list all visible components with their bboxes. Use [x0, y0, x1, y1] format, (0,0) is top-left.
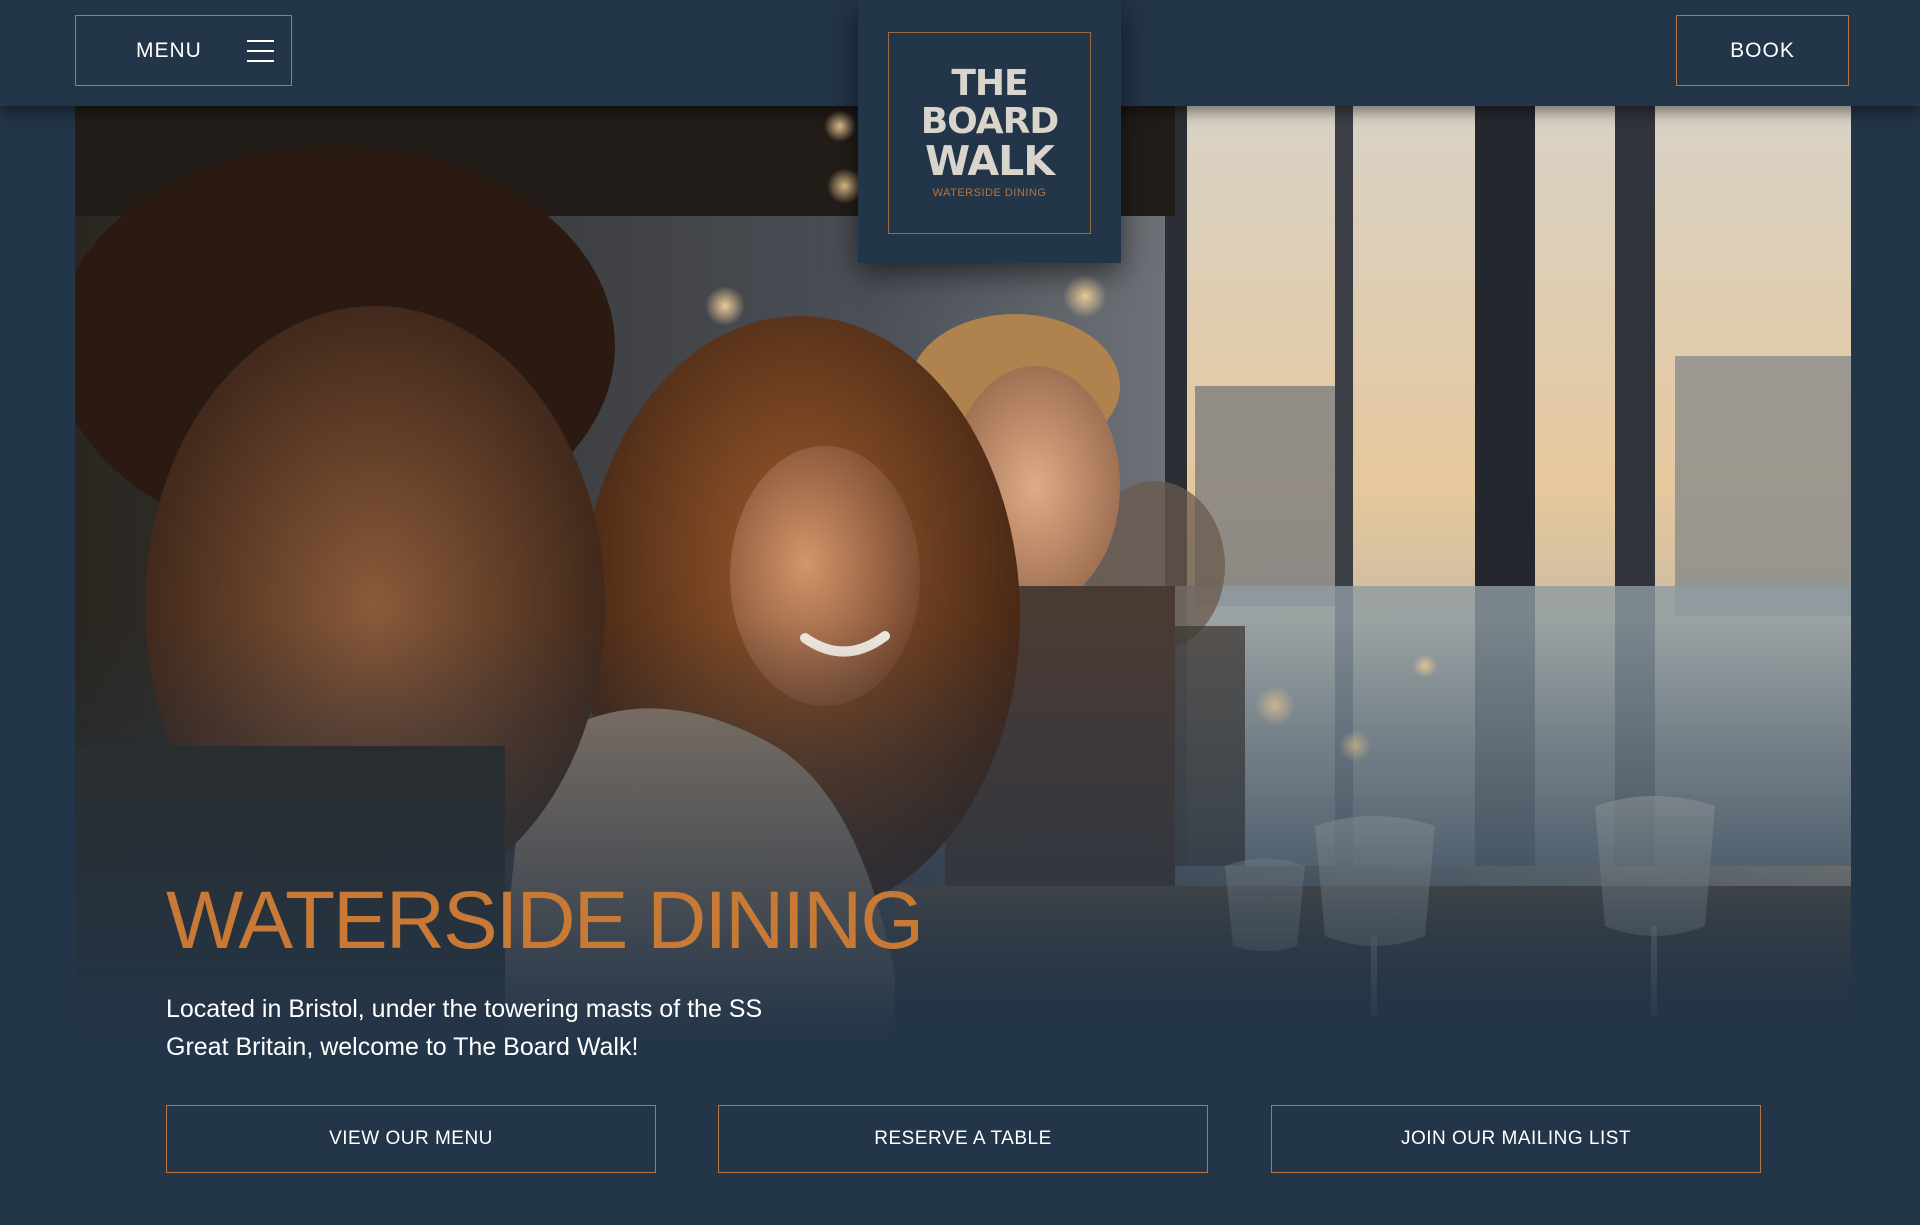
site-logo[interactable]: THE BOARD WALK WATERSIDE DINING: [858, 0, 1121, 263]
view-menu-button[interactable]: VIEW OUR MENU: [166, 1105, 656, 1173]
menu-button[interactable]: MENU: [75, 15, 292, 86]
logo-line-walk: WALK: [924, 137, 1055, 185]
hamburger-menu-icon: [247, 40, 274, 62]
logo-frame: THE BOARD WALK WATERSIDE DINING: [888, 32, 1091, 234]
logo-line-board: BOARD: [920, 101, 1060, 142]
join-mailing-list-button[interactable]: JOIN OUR MAILING LIST: [1271, 1105, 1761, 1173]
logo-subtitle: WATERSIDE DINING: [932, 187, 1047, 199]
reserve-table-button[interactable]: RESERVE A TABLE: [718, 1105, 1208, 1173]
logo-line-the: THE: [951, 63, 1028, 104]
menu-label: MENU: [136, 38, 202, 62]
hero-title: WATERSIDE DINING: [166, 875, 924, 966]
hero-actions: VIEW OUR MENU RESERVE A TABLE JOIN OUR M…: [0, 1105, 1920, 1175]
hero-description: Located in Bristol, under the towering m…: [166, 995, 763, 1061]
book-button[interactable]: BOOK: [1676, 15, 1849, 86]
